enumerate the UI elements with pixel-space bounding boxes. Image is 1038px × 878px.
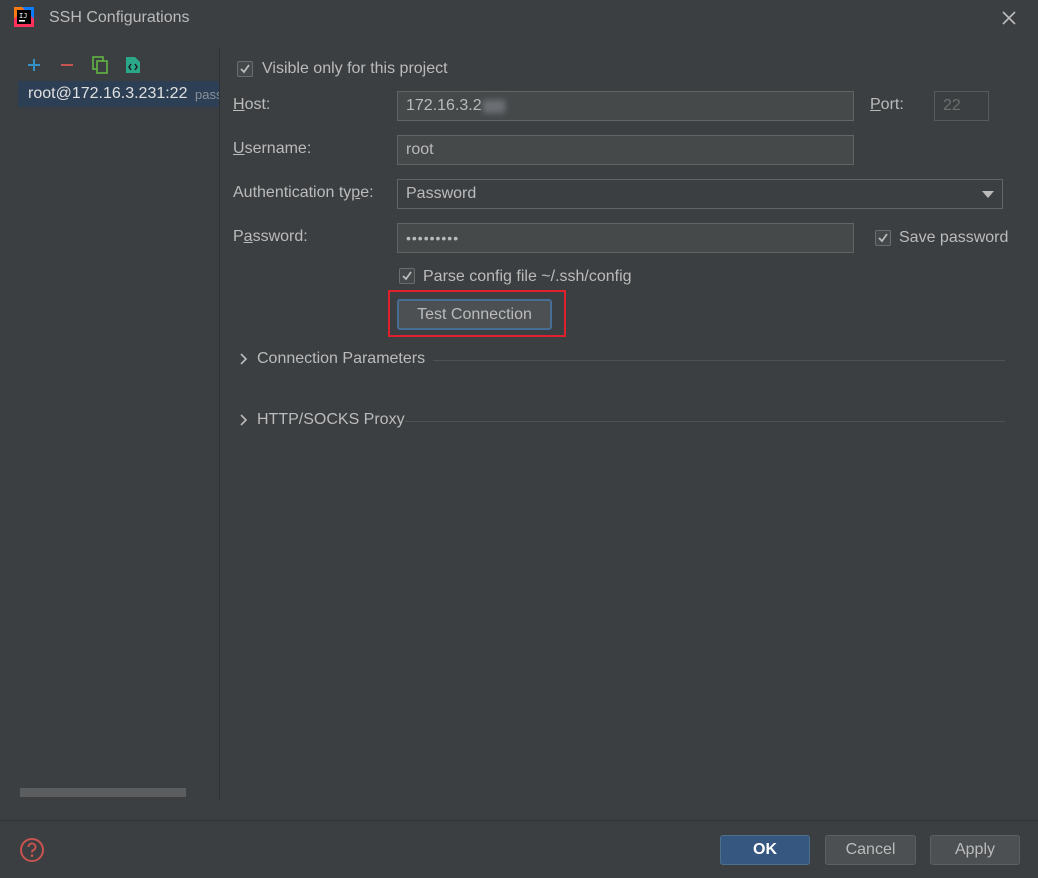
import-button[interactable] bbox=[123, 55, 143, 75]
username-label: Username: bbox=[233, 140, 312, 157]
add-button[interactable] bbox=[24, 55, 44, 75]
check-icon bbox=[240, 64, 250, 74]
section-divider bbox=[405, 421, 1005, 422]
title-bar: IJ SSH Configurations bbox=[0, 0, 1038, 36]
host-input[interactable]: 172.16.3.2 bbox=[397, 91, 854, 121]
plus-icon bbox=[28, 59, 40, 71]
help-button[interactable] bbox=[18, 836, 46, 864]
port-value: 22 bbox=[943, 97, 961, 114]
auth-type-select[interactable]: Password bbox=[397, 179, 1003, 209]
chevron-right-icon bbox=[240, 353, 248, 365]
username-input[interactable]: root bbox=[397, 135, 854, 165]
window-title: SSH Configurations bbox=[49, 9, 190, 26]
proxy-section[interactable]: HTTP/SOCKS Proxy bbox=[237, 411, 405, 429]
config-auth-meta: pass bbox=[195, 87, 219, 102]
chevron-down-icon bbox=[982, 191, 994, 198]
password-value: ••••••••• bbox=[406, 230, 460, 246]
save-password-checkbox[interactable] bbox=[875, 230, 891, 246]
close-icon[interactable] bbox=[996, 6, 1022, 30]
redacted-blur bbox=[482, 99, 505, 113]
configurations-list-panel: root@172.16.3.231:22 pass bbox=[0, 48, 220, 800]
config-name: root@172.16.3.231:22 bbox=[28, 85, 188, 102]
chevron-right-icon bbox=[240, 414, 248, 426]
import-file-icon bbox=[126, 57, 140, 73]
svg-text:IJ: IJ bbox=[19, 12, 27, 20]
intellij-logo-icon: IJ bbox=[14, 7, 34, 27]
port-input[interactable]: 22 bbox=[934, 91, 989, 121]
save-password-label: Save password bbox=[899, 229, 1009, 246]
auth-type-label: Authentication type: bbox=[233, 184, 374, 201]
password-input[interactable]: ••••••••• bbox=[397, 223, 854, 253]
username-value: root bbox=[406, 141, 434, 158]
apply-button[interactable]: Apply bbox=[930, 835, 1020, 865]
copy-button[interactable] bbox=[90, 55, 110, 75]
list-item[interactable]: root@172.16.3.231:22 pass bbox=[18, 81, 219, 107]
help-icon bbox=[20, 838, 44, 862]
minus-icon bbox=[61, 64, 73, 66]
section-divider bbox=[433, 360, 1005, 361]
remove-button[interactable] bbox=[57, 55, 77, 75]
parse-config-checkbox[interactable] bbox=[399, 268, 415, 284]
connection-parameters-section[interactable]: Connection Parameters bbox=[237, 350, 425, 368]
visible-only-label: Visible only for this project bbox=[262, 60, 448, 77]
visible-only-checkbox[interactable] bbox=[237, 61, 253, 77]
password-label: Password: bbox=[233, 228, 308, 245]
cancel-button[interactable]: Cancel bbox=[825, 835, 916, 865]
horizontal-scrollbar[interactable] bbox=[20, 788, 186, 797]
parse-config-label: Parse config file ~/.ssh/config bbox=[423, 268, 632, 285]
section-label: Connection Parameters bbox=[257, 350, 426, 367]
port-label: Port: bbox=[870, 96, 904, 113]
host-value: 172.16.3.2 bbox=[406, 97, 482, 114]
check-icon bbox=[402, 271, 412, 281]
host-label: Host: bbox=[233, 96, 271, 113]
section-label: HTTP/SOCKS Proxy bbox=[257, 411, 405, 428]
list-toolbar bbox=[24, 54, 143, 76]
highlight-box bbox=[388, 290, 566, 337]
copy-icon bbox=[92, 56, 108, 74]
ok-button[interactable]: OK bbox=[720, 835, 810, 865]
auth-type-value: Password bbox=[406, 185, 477, 202]
check-icon bbox=[878, 233, 888, 243]
